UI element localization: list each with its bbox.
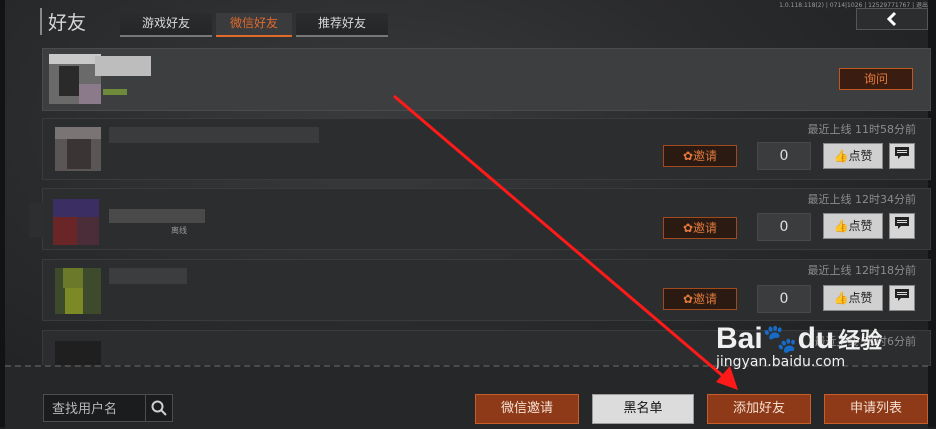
annotation-arrow — [393, 94, 738, 390]
